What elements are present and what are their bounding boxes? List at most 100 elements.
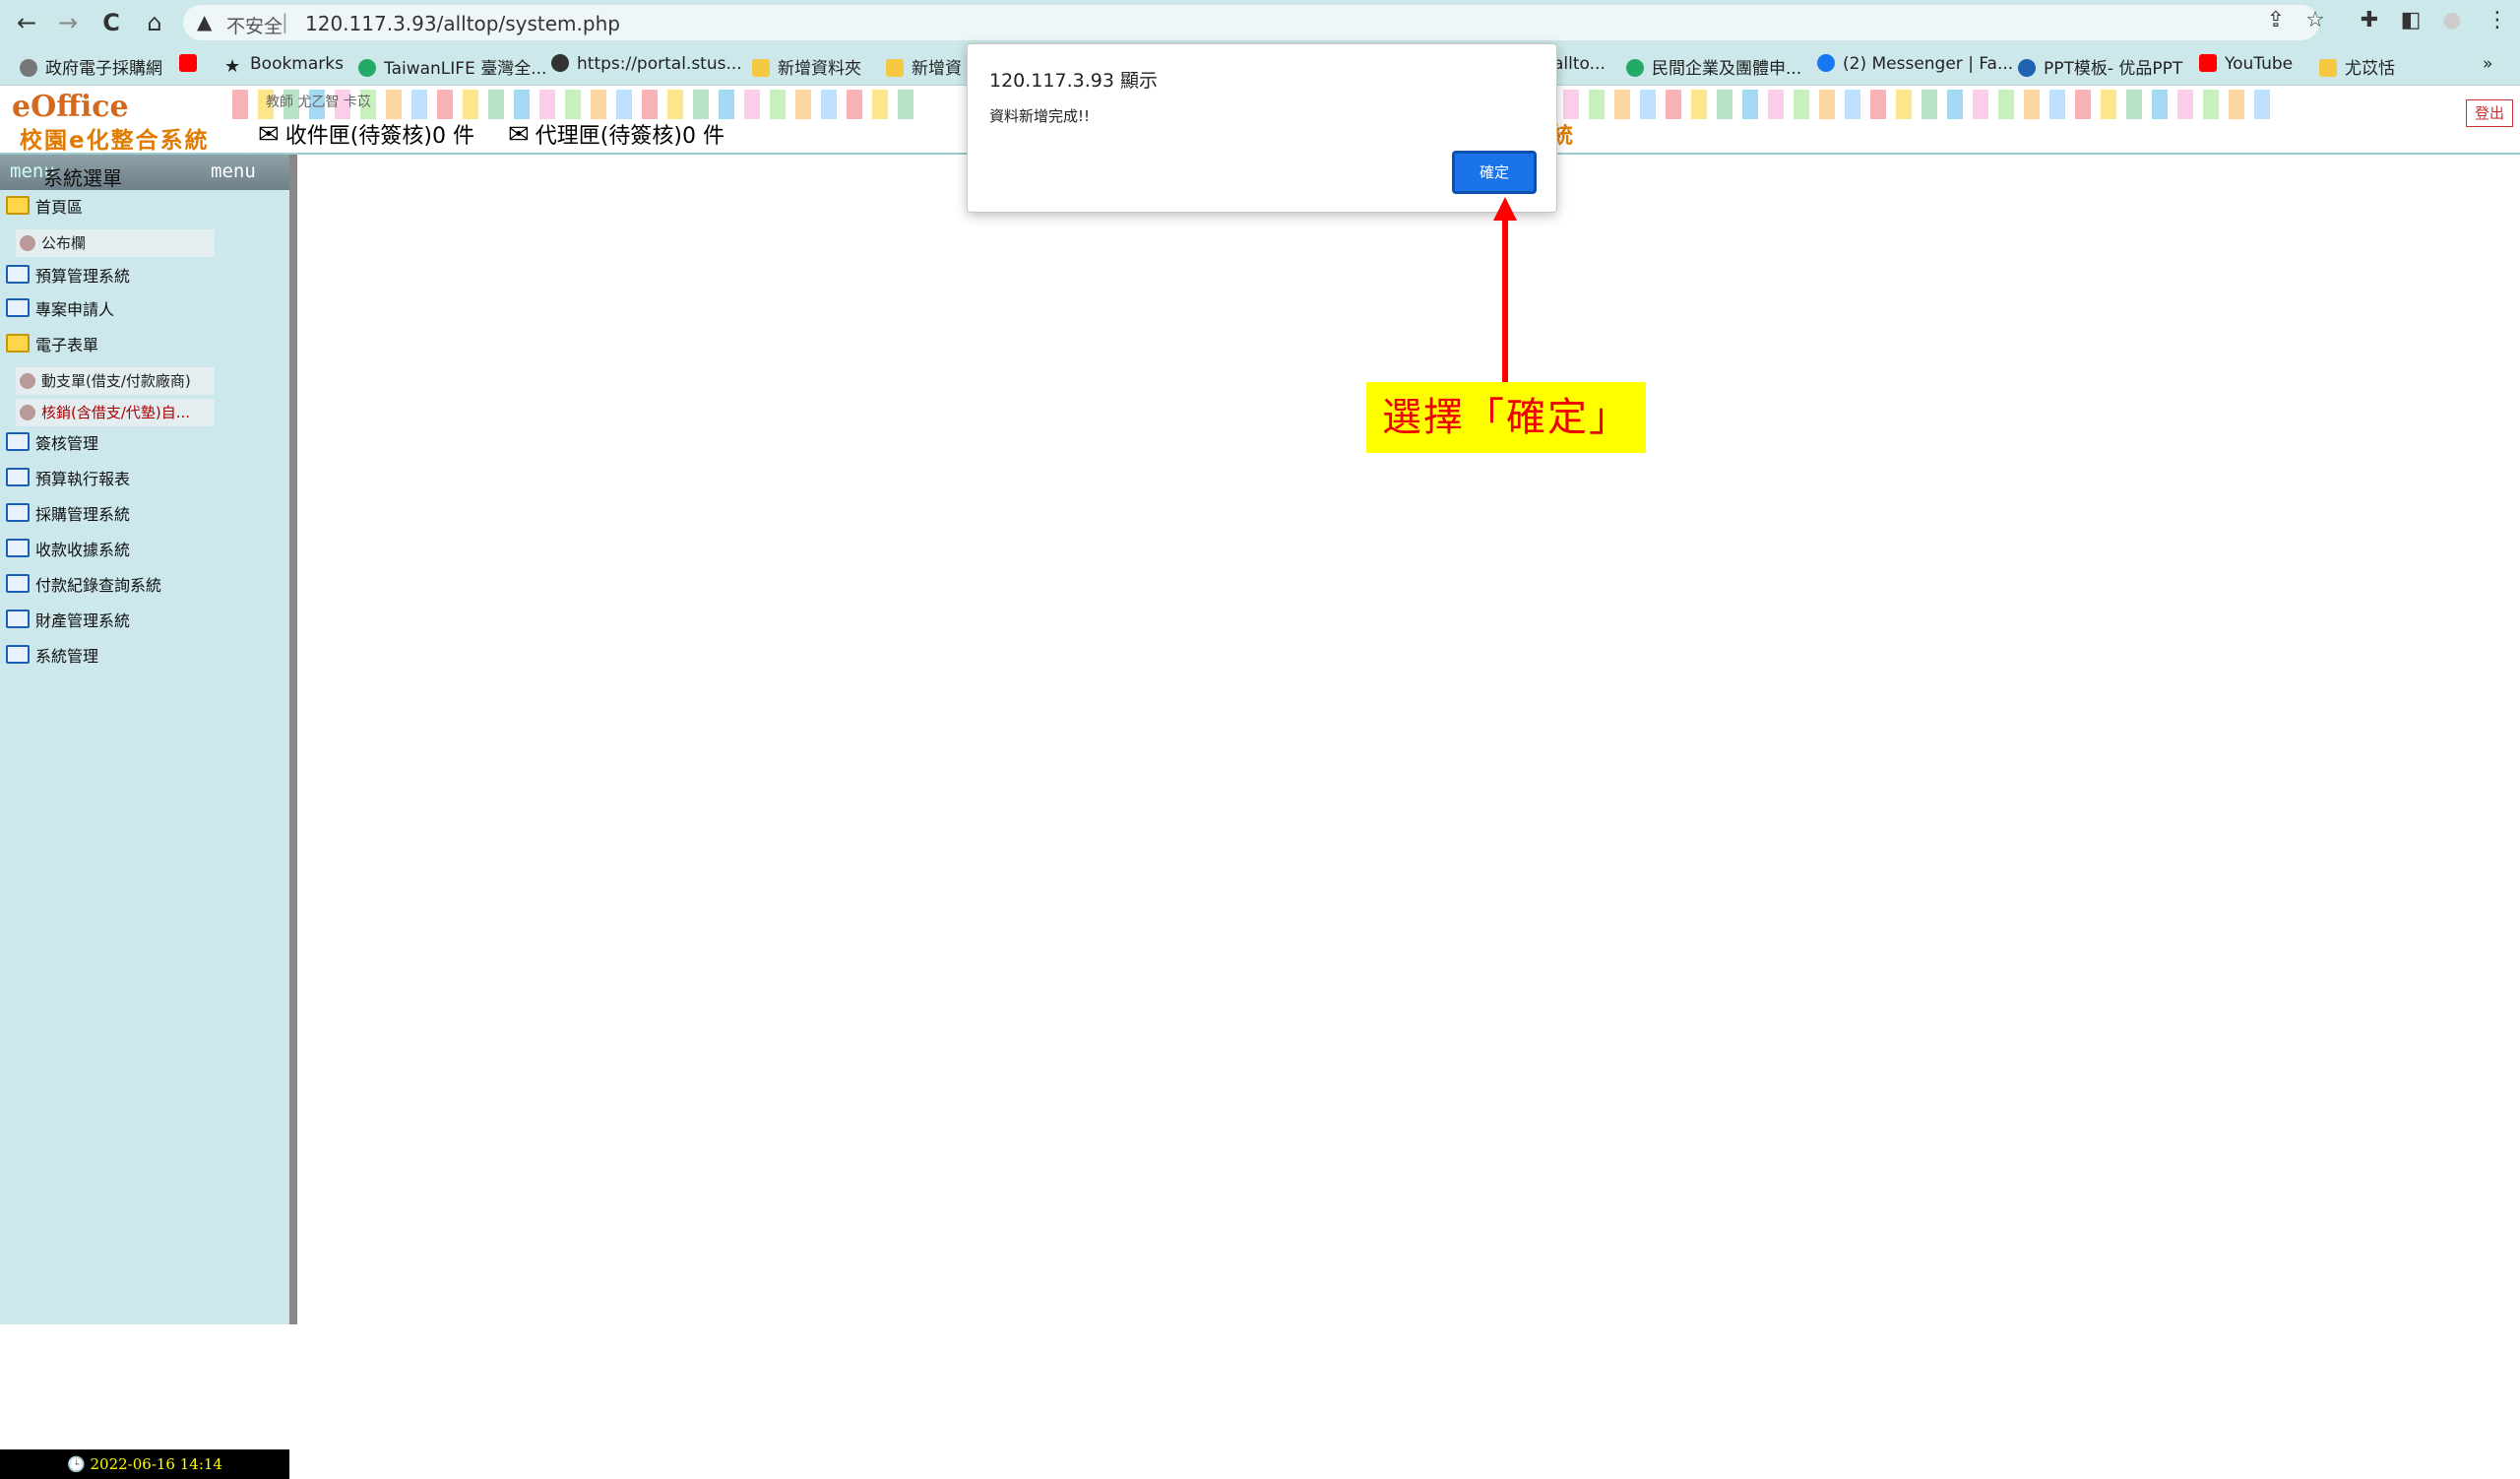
sidebar-folder[interactable]: 預算執行報表 [6, 466, 130, 495]
sidebar-item-label: 簽核管理 [35, 434, 99, 453]
sidebar-menu-toggle[interactable]: menu [211, 161, 256, 182]
sidebar: menu 系統選單 menu 首頁區公布欄預算管理系統專案申請人電子表單動支單(… [0, 155, 289, 1479]
strip-block [1589, 90, 1605, 119]
sidebar-subitem[interactable]: 核銷(含借支/代墊)自... [16, 399, 215, 426]
sidebar-folder[interactable]: 採購管理系統 [6, 501, 130, 531]
sidebar-item-label: 系統管理 [35, 647, 99, 666]
sidebar-folder[interactable]: 收款收據系統 [6, 537, 130, 566]
folder-icon [6, 574, 30, 593]
bookmark-item[interactable] [179, 54, 205, 74]
sidebar-item-label: 預算執行報表 [35, 470, 131, 488]
strip-block [1742, 90, 1758, 119]
bookmark-item[interactable]: allto... [1553, 54, 1606, 74]
sidebar-folder[interactable]: 簽核管理 [6, 430, 98, 460]
sidebar-item-label: 專案申請人 [35, 300, 115, 319]
back-icon[interactable]: ← [12, 8, 41, 37]
extensions-icon[interactable]: ✚ [2355, 8, 2384, 32]
url-text[interactable]: 120.117.3.93/alltop/system.php [305, 12, 620, 35]
strip-block [565, 90, 581, 119]
proxy-label[interactable]: 代理匣(待簽核)0 件 [536, 124, 724, 149]
inbox-label[interactable]: 收件匣(待簽核)0 件 [285, 124, 474, 149]
logout-button[interactable]: 登出 [2466, 99, 2513, 127]
menu-icon[interactable]: ⋮ [2483, 8, 2512, 32]
sidebar-folder[interactable]: 首頁區 [6, 194, 83, 224]
bookmark-item[interactable]: TaiwanLIFE 臺灣全... [358, 54, 546, 79]
bookmark-item[interactable]: (2) Messenger | Fa... [1817, 54, 2013, 74]
ok-button[interactable]: 確定 [1452, 151, 1537, 194]
profile-icon[interactable]: ● [2437, 8, 2467, 32]
bookmark-item[interactable]: 新增資 [886, 54, 962, 79]
bookmark-label: Bookmarks [250, 54, 344, 74]
sidepanel-icon[interactable]: ◧ [2396, 8, 2426, 32]
folder-icon [6, 645, 30, 664]
reload-icon[interactable]: C [96, 8, 126, 37]
folder-open-icon [6, 334, 30, 353]
sidebar-item-label: 採購管理系統 [35, 505, 131, 524]
bookmark-item[interactable]: 尤苡恬 [2319, 54, 2395, 79]
strip-block [463, 90, 478, 119]
strip-block [1717, 90, 1732, 119]
bookmark-label: https://portal.stus... [577, 54, 742, 74]
dialog-message: 資料新增完成!! [989, 107, 1091, 125]
strip-block [1922, 90, 1937, 119]
browser-toolbar: ← → C ⌂ ▲ 不安全 | 120.117.3.93/alltop/syst… [0, 0, 2520, 45]
proxy-inbox-link[interactable]: ✉ 代理匣(待簽核)0 件 [508, 118, 724, 150]
folder-icon [6, 539, 30, 557]
sidebar-splitter[interactable] [289, 155, 297, 1324]
facebook-icon [1817, 54, 1835, 72]
sidebar-folder[interactable]: 電子表單 [6, 332, 98, 361]
folder-icon [6, 610, 30, 628]
gear-doc-icon [20, 405, 35, 420]
strip-block [1845, 90, 1860, 119]
strip-block [539, 90, 555, 119]
security-warning-icon[interactable]: ▲ [197, 10, 212, 33]
sidebar-folder[interactable]: 財產管理系統 [6, 608, 130, 637]
bookmark-item[interactable]: » [2483, 54, 2492, 74]
bookmark-item[interactable]: 新增資料夾 [752, 54, 861, 79]
bookmark-label: allto... [1553, 54, 1606, 74]
bookmark-item[interactable]: YouTube [2199, 54, 2293, 74]
sidebar-item-label: 付款紀錄查詢系統 [35, 576, 162, 595]
bookmark-item[interactable]: ★ Bookmarks [224, 54, 344, 77]
strip-block [411, 90, 427, 119]
sidebar-folder[interactable]: 專案申請人 [6, 296, 114, 326]
bookmark-label: 民間企業及團體申... [1652, 59, 1802, 79]
home-icon[interactable]: ⌂ [140, 8, 169, 37]
strip-block [1998, 90, 2014, 119]
share-icon[interactable]: ⇪ [2261, 8, 2291, 32]
sidebar-item-label: 首頁區 [35, 198, 84, 217]
inbox-link[interactable]: ✉ 收件匣(待簽核)0 件 [258, 118, 474, 150]
strip-block [821, 90, 837, 119]
sidebar-item-label: 財產管理系統 [35, 611, 131, 630]
strip-block [2101, 90, 2116, 119]
bookmark-item[interactable]: 民間企業及團體申... [1626, 54, 1801, 79]
bookmark-item[interactable]: PPT模板- 优品PPT [2018, 54, 2182, 79]
globe-icon [551, 54, 569, 72]
bookmark-item[interactable]: https://portal.stus... [551, 54, 742, 74]
bookmark-item[interactable]: 政府電子採購網 [20, 54, 162, 79]
sidebar-folder[interactable]: 預算管理系統 [6, 263, 130, 292]
strip-block [642, 90, 658, 119]
strip-block [232, 90, 248, 119]
annotation-arrow-line [1502, 219, 1508, 382]
strip-block [1870, 90, 1886, 119]
address-bar[interactable]: ▲ 不安全 | 120.117.3.93/alltop/system.php [183, 5, 2319, 40]
sidebar-item-label: 電子表單 [35, 336, 99, 354]
folder-icon [6, 265, 30, 284]
sidebar-header: menu 系統選單 menu [0, 155, 289, 190]
envelope-icon: ✉ [258, 120, 280, 150]
sidebar-subitem[interactable]: 動支單(借支/付款廠商) [16, 367, 215, 395]
envelope-icon: ✉ [508, 120, 530, 150]
sidebar-folder[interactable]: 系統管理 [6, 643, 98, 673]
datetime: 2022-06-16 14:14 [90, 1455, 222, 1473]
sidebar-subitem[interactable]: 公布欄 [16, 229, 215, 257]
star-icon[interactable]: ☆ [2300, 8, 2330, 32]
insecure-label[interactable]: 不安全 [226, 12, 283, 38]
clock-footer: 🕒 2022-06-16 14:14 [0, 1449, 289, 1479]
bookmark-label: YouTube [2225, 54, 2294, 74]
strip-block [744, 90, 760, 119]
forward-icon[interactable]: → [53, 8, 83, 37]
folder-icon [6, 468, 30, 486]
sidebar-folder[interactable]: 付款紀錄查詢系統 [6, 572, 161, 602]
tl-icon [358, 59, 376, 77]
